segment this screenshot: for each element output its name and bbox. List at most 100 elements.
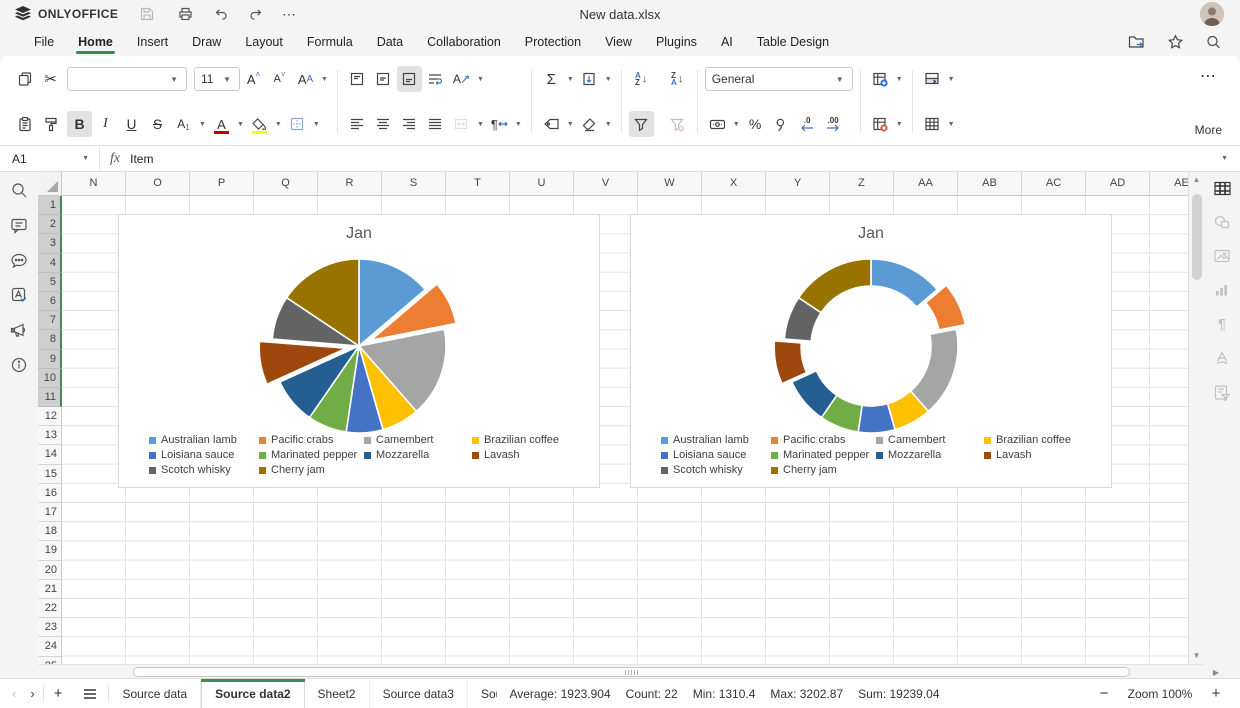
named-ranges-icon[interactable]	[539, 111, 564, 137]
align-right-icon[interactable]	[397, 111, 422, 137]
toolbar-more-label[interactable]: More	[1195, 123, 1222, 137]
undo-icon[interactable]	[204, 2, 238, 26]
sheet-nav-next-icon[interactable]: ›	[30, 686, 34, 701]
menu-tab-collaboration[interactable]: Collaboration	[415, 28, 513, 56]
menu-tab-draw[interactable]: Draw	[180, 28, 233, 56]
conditional-formatting-icon[interactable]	[920, 66, 945, 92]
search-panel-icon[interactable]	[6, 180, 32, 200]
column-header-AD[interactable]: AD	[1086, 172, 1150, 195]
row-header-23[interactable]: 23	[38, 618, 62, 638]
column-header-AB[interactable]: AB	[958, 172, 1022, 195]
open-file-location-icon[interactable]	[1124, 30, 1150, 54]
font-size-combo[interactable]: 11 ▼	[194, 67, 240, 91]
table-settings-icon[interactable]	[1209, 178, 1235, 198]
percent-style-icon[interactable]: %	[743, 111, 768, 137]
menu-tab-protection[interactable]: Protection	[513, 28, 593, 56]
fill-down-icon[interactable]	[577, 66, 602, 92]
sheet-tab-source-data2[interactable]: Source data2	[201, 679, 305, 708]
select-all-corner[interactable]	[38, 172, 62, 196]
horizontal-scrollbar[interactable]: ▶	[38, 664, 1219, 678]
bold-button[interactable]: B	[67, 111, 92, 137]
row-header-17[interactable]: 17	[38, 503, 62, 523]
format-as-table-caret[interactable]: ▼	[946, 121, 957, 128]
vertical-scrollbar[interactable]: ▲ ▼	[1188, 172, 1204, 664]
accounting-style-icon[interactable]	[705, 111, 730, 137]
sort-descending-icon[interactable]: Z A ↓	[665, 66, 690, 92]
chat-icon[interactable]	[6, 250, 32, 270]
row-header-24[interactable]: 24	[38, 637, 62, 657]
column-header-R[interactable]: R	[318, 172, 382, 195]
increase-decimal-icon[interactable]: .00	[821, 111, 846, 137]
subscript-superscript-icon[interactable]: A1	[171, 111, 196, 137]
row-header-15[interactable]: 15	[38, 464, 62, 484]
column-header-T[interactable]: T	[446, 172, 510, 195]
column-header-Z[interactable]: Z	[830, 172, 894, 195]
delete-cells-caret[interactable]: ▼	[894, 121, 905, 128]
zoom-out-icon[interactable]: −	[1090, 685, 1118, 702]
column-header-AA[interactable]: AA	[894, 172, 958, 195]
increase-font-icon[interactable]: A ˄	[241, 66, 266, 92]
pie-chart-object[interactable]: Jan Australian lamb Pacific crabs Camember…	[118, 214, 600, 488]
zoom-in-icon[interactable]: +	[1202, 685, 1230, 702]
clear-filter-icon[interactable]	[665, 111, 690, 137]
row-header-4[interactable]: 4	[38, 253, 62, 273]
indent-icon[interactable]: ¶	[487, 111, 512, 137]
merge-cells-icon[interactable]	[449, 111, 474, 137]
row-header-9[interactable]: 9	[38, 349, 62, 369]
slice-australian-lamb[interactable]	[870, 258, 939, 309]
paragraph-settings-icon[interactable]: ¶	[1209, 314, 1235, 334]
menu-tab-table-design[interactable]: Table Design	[745, 28, 841, 56]
sort-ascending-icon[interactable]: A Z ↓	[629, 66, 654, 92]
favorites-star-icon[interactable]	[1162, 30, 1188, 54]
insert-cells-icon[interactable]	[868, 66, 893, 92]
customize-quick-access-icon[interactable]: ⋯	[272, 2, 306, 26]
strikethrough-button[interactable]: S	[145, 111, 170, 137]
conditional-formatting-caret[interactable]: ▼	[946, 76, 957, 83]
menu-tab-ai[interactable]: AI	[709, 28, 745, 56]
justify-icon[interactable]	[423, 111, 448, 137]
column-header-Y[interactable]: Y	[766, 172, 830, 195]
row-header-5[interactable]: 5	[38, 272, 62, 292]
row-header-13[interactable]: 13	[38, 426, 62, 446]
comma-style-icon[interactable]	[769, 111, 794, 137]
copy-icon[interactable]	[12, 66, 37, 92]
menu-tab-formula[interactable]: Formula	[295, 28, 365, 56]
font-color-caret[interactable]: ▼	[235, 121, 246, 128]
text-orientation-icon[interactable]: A	[449, 66, 474, 92]
number-format-combo[interactable]: General ▼	[704, 67, 853, 91]
vertical-scroll-thumb[interactable]	[1192, 194, 1202, 280]
change-case-caret[interactable]: ▼	[319, 76, 330, 83]
column-header-O[interactable]: O	[126, 172, 190, 195]
indent-caret[interactable]: ▼	[513, 121, 524, 128]
scroll-up-icon[interactable]: ▲	[1189, 172, 1204, 188]
insert-function-icon[interactable]: fx	[100, 151, 130, 167]
shape-settings-icon[interactable]	[1209, 212, 1235, 232]
row-header-22[interactable]: 22	[38, 598, 62, 619]
menu-tab-data[interactable]: Data	[365, 28, 415, 56]
row-header-7[interactable]: 7	[38, 311, 62, 331]
align-middle-icon[interactable]	[371, 66, 396, 92]
about-icon[interactable]	[6, 355, 32, 375]
menu-tab-home[interactable]: Home	[66, 28, 125, 56]
search-icon[interactable]	[1200, 30, 1226, 54]
row-header-18[interactable]: 18	[38, 522, 62, 542]
column-header-AE[interactable]: AE	[1150, 172, 1188, 195]
feedback-icon[interactable]	[6, 320, 32, 340]
paste-icon[interactable]	[12, 111, 37, 137]
slice-cherry-jam[interactable]	[797, 258, 872, 314]
sheet-tab-source-data4[interactable]: Source data4	[468, 679, 497, 708]
sheet-tab-source-data[interactable]: Source data	[109, 679, 202, 708]
row-header-14[interactable]: 14	[38, 445, 62, 465]
doughnut-chart-object[interactable]: Jan Australian lamb Pacific crabs Camember…	[630, 214, 1112, 488]
autosum-caret[interactable]: ▼	[565, 76, 576, 83]
align-left-icon[interactable]	[345, 111, 370, 137]
named-ranges-caret[interactable]: ▼	[565, 121, 576, 128]
toolbar-more-icon[interactable]: ⋯	[1200, 66, 1217, 86]
orientation-caret[interactable]: ▼	[475, 76, 486, 83]
horizontal-scroll-thumb[interactable]	[133, 667, 1130, 677]
row-header-1[interactable]: 1	[38, 196, 62, 216]
delete-cells-icon[interactable]	[868, 111, 893, 137]
row-header-2[interactable]: 2	[38, 215, 62, 235]
align-top-icon[interactable]	[345, 66, 370, 92]
filter-icon[interactable]	[628, 111, 654, 137]
